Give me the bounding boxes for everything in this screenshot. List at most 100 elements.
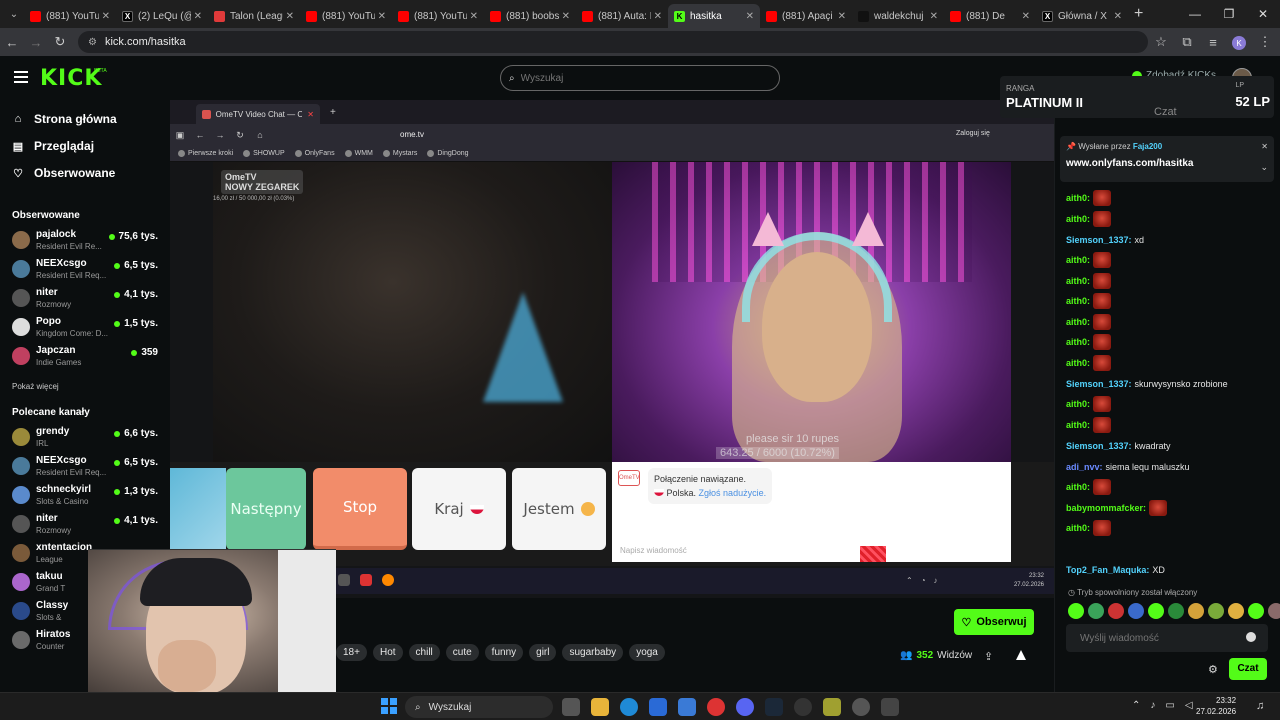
pinned-message[interactable]: 📌 Wysłane przez Faja200 www.onlyfans.com… bbox=[1060, 136, 1274, 182]
emote-icon[interactable] bbox=[1248, 603, 1264, 619]
sidebar-channel[interactable]: Japczan Indie Games 359 bbox=[12, 345, 162, 373]
emote-icon[interactable] bbox=[1208, 603, 1224, 619]
stream-player[interactable]: OmeTV Video Chat — Omegle ✕ + ▣ ← → ↻ ⌂ … bbox=[170, 100, 1054, 598]
report-icon[interactable] bbox=[1016, 650, 1026, 660]
chevron-up-icon[interactable]: ⌃ bbox=[1132, 700, 1140, 711]
nav-following[interactable]: ♡ Obserwowane bbox=[12, 166, 115, 180]
outlook-icon[interactable] bbox=[649, 698, 667, 716]
unpin-icon[interactable]: ✕ bbox=[1261, 142, 1268, 151]
browser-tab[interactable]: (881) Auta: E ✕ bbox=[576, 4, 668, 28]
media-icon[interactable]: ≡ bbox=[1200, 35, 1226, 50]
emote-icon[interactable] bbox=[1188, 603, 1204, 619]
chat-username[interactable]: aith0: bbox=[1066, 337, 1090, 347]
pinned-user[interactable]: Faja200 bbox=[1133, 142, 1162, 151]
maximize-icon[interactable]: ❐ bbox=[1212, 0, 1246, 28]
chat-username[interactable]: Siemson_1337: bbox=[1066, 379, 1132, 389]
kick-search-box[interactable]: ⌕ bbox=[500, 65, 780, 91]
windows-start-icon[interactable] bbox=[381, 698, 397, 714]
nav-home[interactable]: ⌂ Strona główna bbox=[12, 112, 117, 126]
chevron-down-icon[interactable]: ⌄ bbox=[1260, 162, 1268, 173]
bookmark-star-icon[interactable]: ☆ bbox=[1148, 34, 1174, 50]
reload-icon[interactable]: ↻ bbox=[48, 34, 72, 50]
chat-username[interactable]: aith0: bbox=[1066, 214, 1090, 224]
close-tab-icon[interactable]: ✕ bbox=[1114, 11, 1122, 22]
chat-username[interactable]: aith0: bbox=[1066, 420, 1090, 430]
sidebar-channel[interactable]: niter Rozmowy 4,1 tys. bbox=[12, 513, 162, 541]
extensions-icon[interactable]: ⧉ bbox=[1174, 34, 1200, 50]
chat-username[interactable]: Top2_Fan_Maquka: bbox=[1066, 565, 1149, 575]
chat-username[interactable]: aith0: bbox=[1066, 358, 1090, 368]
site-info-icon[interactable]: ⚙ bbox=[88, 37, 97, 48]
chat-username[interactable]: Siemson_1337: bbox=[1066, 235, 1132, 245]
stream-tag[interactable]: funny bbox=[484, 644, 524, 661]
close-tab-icon[interactable]: ✕ bbox=[378, 11, 386, 22]
mic-icon[interactable]: ♪ bbox=[1150, 700, 1155, 711]
emote-icon[interactable] bbox=[1268, 603, 1280, 619]
app-icon[interactable] bbox=[881, 698, 899, 716]
nav-browse[interactable]: ▤ Przeglądaj bbox=[12, 139, 94, 153]
chat-username[interactable]: aith0: bbox=[1066, 317, 1090, 327]
emote-icon[interactable] bbox=[1168, 603, 1184, 619]
task-view-icon[interactable] bbox=[562, 698, 580, 716]
chat-username[interactable]: aith0: bbox=[1066, 193, 1090, 203]
sidebar-channel[interactable]: Popo Kingdom Come: D... 1,5 tys. bbox=[12, 316, 162, 344]
browser-tab[interactable]: (881) YouTube✕ bbox=[392, 4, 484, 28]
sidebar-channel[interactable]: NEEXcsgo Resident Evil Req... 6,5 tys. bbox=[12, 455, 162, 483]
close-tab-icon[interactable]: ✕ bbox=[746, 11, 754, 22]
taskbar-clock[interactable]: 23:32 27.02.2026 bbox=[1196, 695, 1236, 717]
chat-message-input[interactable] bbox=[1080, 632, 1240, 644]
stream-tag[interactable]: yoga bbox=[629, 644, 665, 661]
gender-button[interactable]: Jestem bbox=[512, 468, 606, 550]
volume-icon[interactable]: ◁ bbox=[1185, 700, 1193, 711]
chrome-icon[interactable] bbox=[707, 698, 725, 716]
browser-tab[interactable]: (881) YouTube✕ bbox=[24, 4, 116, 28]
emote-icon[interactable] bbox=[1228, 603, 1244, 619]
close-tab-icon[interactable]: ✕ bbox=[930, 11, 938, 22]
emote-icon[interactable] bbox=[1068, 603, 1084, 619]
new-tab-button[interactable]: + bbox=[1134, 5, 1143, 23]
app-icon[interactable] bbox=[823, 698, 841, 716]
chat-username[interactable]: adi_nvv: bbox=[1066, 462, 1103, 472]
discord-icon[interactable] bbox=[736, 698, 754, 716]
chat-username[interactable]: aith0: bbox=[1066, 296, 1090, 306]
back-icon[interactable]: ← bbox=[0, 35, 24, 50]
chat-username[interactable]: aith0: bbox=[1066, 276, 1090, 286]
chat-username[interactable]: aith0: bbox=[1066, 482, 1090, 492]
chat-username[interactable]: aith0: bbox=[1066, 255, 1090, 265]
url-bar[interactable]: ⚙ kick.com/hasitka bbox=[78, 31, 1148, 53]
browser-tab[interactable]: Khasitka ✕ bbox=[668, 4, 760, 28]
follow-button[interactable]: ♡ Obserwuj bbox=[954, 609, 1034, 635]
kick-search-input[interactable] bbox=[520, 72, 761, 84]
close-tab-icon[interactable]: ✕ bbox=[286, 11, 294, 22]
stream-tag[interactable]: girl bbox=[529, 644, 557, 661]
emote-icon[interactable] bbox=[1088, 603, 1104, 619]
chat-username[interactable]: Siemson_1337: bbox=[1066, 441, 1132, 451]
chat-send-button[interactable]: Czat bbox=[1229, 658, 1267, 680]
stream-tag[interactable]: cute bbox=[445, 644, 479, 661]
browser-tab[interactable]: X (2) LeQu (@ ✕ bbox=[116, 4, 208, 28]
store-icon[interactable] bbox=[678, 698, 696, 716]
emote-icon[interactable] bbox=[1148, 603, 1164, 619]
forward-icon[interactable]: → bbox=[24, 35, 48, 50]
close-tab-icon[interactable]: ✕ bbox=[194, 11, 202, 22]
taskbar-search[interactable]: ⌕ Wyszukaj bbox=[405, 696, 553, 718]
menu-icon[interactable]: ⋮ bbox=[1252, 34, 1278, 50]
sidebar-channel[interactable]: NEEXcsgo Resident Evil Req... 6,5 tys. bbox=[12, 258, 162, 286]
chat-username[interactable]: babymommafcker: bbox=[1066, 503, 1146, 513]
share-icon[interactable]: ⇪ bbox=[984, 650, 993, 663]
chat-username[interactable]: aith0: bbox=[1066, 523, 1090, 533]
file-explorer-icon[interactable] bbox=[591, 698, 609, 716]
tab-search-dropdown[interactable]: ⌄ bbox=[4, 4, 24, 24]
emote-icon[interactable] bbox=[1128, 603, 1144, 619]
stop-button[interactable]: Stop bbox=[313, 468, 407, 550]
sidebar-channel[interactable]: pajalock Resident Evil Re... 75,6 tys. bbox=[12, 229, 162, 257]
profile-avatar[interactable]: K bbox=[1226, 34, 1252, 51]
network-icon[interactable]: ▭ bbox=[1165, 700, 1174, 711]
browser-tab[interactable]: (881) YouTube✕ bbox=[300, 4, 392, 28]
stream-tag[interactable]: chill bbox=[408, 644, 440, 661]
close-tab-icon[interactable]: ✕ bbox=[562, 11, 570, 22]
chat-settings-icon[interactable]: ⚙ bbox=[1208, 663, 1218, 676]
stream-tag[interactable]: 18+ bbox=[336, 644, 367, 661]
close-tab-icon[interactable]: ✕ bbox=[1022, 11, 1030, 22]
close-window-icon[interactable]: ✕ bbox=[1246, 0, 1280, 28]
